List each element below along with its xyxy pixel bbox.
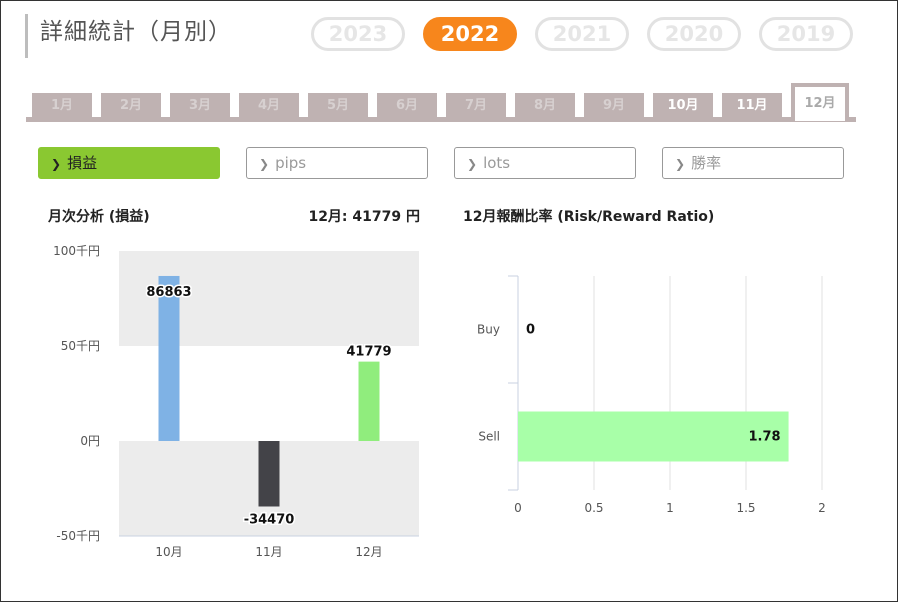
month-tab-7[interactable]: 7月 [446, 93, 506, 118]
filter-label: lots [483, 154, 511, 172]
x-tick-label: 0.5 [584, 501, 603, 515]
month-tab-10[interactable]: 10月 [653, 93, 713, 118]
month-tabs: 1月 2月 3月 4月 5月 6月 7月 8月 9月 10月 11月 12月 [26, 83, 856, 123]
filter-pips-button[interactable]: ❯ pips [246, 147, 428, 179]
y-tick-label: 50千円 [61, 339, 100, 353]
chevron-right-icon: ❯ [51, 157, 62, 171]
bar-value-label: 86863 [146, 285, 191, 300]
chevron-right-icon: ❯ [259, 157, 270, 171]
chevron-right-icon: ❯ [675, 157, 686, 171]
x-tick-label: 11月 [255, 545, 282, 559]
filter-label: 勝率 [691, 154, 722, 172]
month-tab-12[interactable]: 12月 [791, 83, 849, 121]
bar-12月[interactable] [358, 361, 380, 441]
y-tick-label: 0円 [80, 434, 100, 448]
bar-11月[interactable] [258, 441, 280, 507]
filter-profit-button[interactable]: ❯ 損益 [38, 147, 220, 179]
chevron-right-icon: ❯ [467, 157, 478, 171]
month-tab-5[interactable]: 5月 [308, 93, 368, 118]
month-tab-8[interactable]: 8月 [515, 93, 575, 118]
monthly-pl-chart: 100千円 50千円 0円 -50千円 86863 10月 -34470 11月 41779 12… [53, 244, 419, 559]
filter-label: 損益 [67, 154, 98, 172]
year-tab-2020[interactable]: 2020 [647, 17, 741, 51]
year-tab-2023[interactable]: 2023 [311, 17, 405, 51]
page-title: 詳細統計（月別） [40, 19, 232, 45]
title-bar: 詳細統計（月別） [25, 14, 232, 58]
x-tick-label: 10月 [155, 545, 182, 559]
y-tick-label: Sell [478, 430, 500, 444]
bar-value-label: 1.78 [748, 430, 780, 445]
ratio-chart-title: 12月報酬比率 (Risk/Reward Ratio) [463, 209, 715, 225]
year-tab-2022[interactable]: 2022 [423, 17, 517, 51]
month-tab-1[interactable]: 1月 [32, 93, 92, 118]
x-tick-label: 1 [666, 501, 674, 515]
x-tick-label: 1.5 [736, 501, 755, 515]
month-tab-9[interactable]: 9月 [584, 93, 644, 118]
monthly-summary: 12月: 41779 円 [308, 209, 420, 225]
y-tick-label: -50千円 [56, 529, 100, 543]
month-tab-11[interactable]: 11月 [722, 93, 782, 118]
risk-reward-chart: 0 0.5 1 1.5 2 Buy 0 Sell 1.78 [477, 275, 826, 515]
y-tick-label: Buy [477, 323, 500, 337]
bar-value-label: 0 [526, 323, 535, 338]
month-tab-4[interactable]: 4月 [239, 93, 299, 118]
year-tab-2021[interactable]: 2021 [535, 17, 629, 51]
month-tab-6[interactable]: 6月 [377, 93, 437, 118]
month-tab-3[interactable]: 3月 [170, 93, 230, 118]
monthly-chart-title: 月次分析 (損益) [48, 209, 150, 225]
month-tab-2[interactable]: 2月 [101, 93, 161, 118]
bar-value-label: -34470 [244, 512, 295, 527]
x-tick-label: 12月 [355, 545, 382, 559]
bar-value-label: 41779 [346, 345, 391, 360]
bar-10月[interactable] [158, 275, 180, 441]
year-tab-2019[interactable]: 2019 [759, 17, 853, 51]
filter-winrate-button[interactable]: ❯ 勝率 [662, 147, 844, 179]
filter-lots-button[interactable]: ❯ lots [454, 147, 636, 179]
x-tick-label: 2 [818, 501, 826, 515]
x-tick-label: 0 [514, 501, 522, 515]
filter-label: pips [275, 154, 307, 172]
y-tick-label: 100千円 [53, 244, 100, 258]
